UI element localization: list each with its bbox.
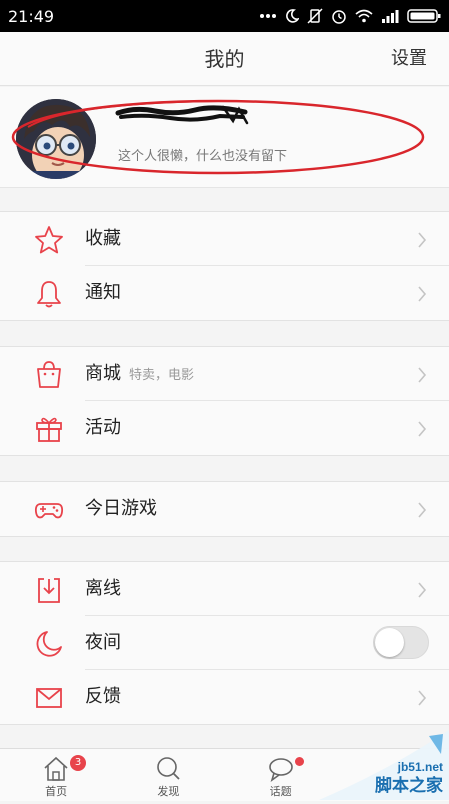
menu-item-label: 离线: [85, 578, 121, 599]
menu-group-3: 今日游戏: [0, 481, 449, 537]
moon-icon: [34, 629, 64, 659]
menu-item-label: 收藏: [85, 228, 121, 249]
gift-icon: [34, 414, 64, 444]
chevron-right-icon: [418, 690, 427, 706]
page-title: 我的: [204, 47, 245, 71]
chevron-right-icon: [418, 502, 427, 518]
download-icon: [34, 575, 64, 605]
tab-topics[interactable]: 话题: [225, 749, 337, 801]
search-icon: [157, 757, 181, 780]
status-time: 21:49: [8, 6, 55, 26]
tab-label: 首页: [45, 785, 68, 798]
menu-item-subtitle: 特卖，电影: [129, 368, 195, 383]
chat-bubble-icon: [268, 758, 293, 782]
night-mode-toggle[interactable]: [373, 626, 429, 659]
menu-item-label: 反馈: [85, 686, 121, 707]
avatar[interactable]: [16, 99, 96, 179]
menu-item-feedback[interactable]: 反馈: [0, 670, 449, 724]
menu-item-label: 商城 特卖，电影: [85, 347, 194, 403]
tab-home[interactable]: 3 首页: [0, 749, 112, 801]
profile-card[interactable]: 这个人很懒，什么也没有留下: [0, 87, 449, 188]
home-icon: [44, 756, 68, 781]
menu-item-games[interactable]: 今日游戏: [0, 482, 449, 536]
shopping-bag-icon: [34, 360, 64, 390]
menu-group-4: 离线 夜间 反馈: [0, 561, 449, 725]
wifi-icon: [355, 9, 373, 23]
menu-item-notifications[interactable]: 通知: [0, 266, 449, 320]
menu-item-events[interactable]: 活动: [0, 401, 449, 455]
chevron-right-icon: [418, 232, 427, 248]
chevron-right-icon: [418, 367, 427, 383]
chevron-right-icon: [418, 286, 427, 302]
settings-button[interactable]: 设置: [391, 32, 427, 86]
menu-group-1: 收藏 通知: [0, 211, 449, 321]
tab-label: 话题: [269, 785, 292, 798]
status-bar: 21:49: [0, 0, 449, 32]
signal-icon: [381, 9, 399, 23]
battery-icon: [407, 8, 441, 24]
vibrate-off-icon: [307, 8, 323, 24]
tab-discover[interactable]: 发现: [112, 749, 224, 801]
redacted-username-scribble: [115, 105, 249, 125]
profile-bio: 这个人很懒，什么也没有留下: [118, 149, 288, 164]
toggle-knob: [375, 628, 404, 657]
tab-label: 发现: [157, 785, 180, 798]
menu-item-night-mode[interactable]: 夜间: [0, 616, 449, 670]
notification-badge: 3: [70, 755, 86, 771]
top-header: 我的 设置: [0, 32, 449, 86]
chevron-right-icon: [418, 421, 427, 437]
bottom-tab-bar: 3 首页 发现 话题: [0, 748, 449, 801]
menu-item-label: 通知: [85, 282, 121, 303]
bell-icon: [34, 279, 64, 309]
menu-item-title: 商城: [85, 363, 121, 384]
mail-icon: [34, 683, 64, 713]
menu-item-store[interactable]: 商城 特卖，电影: [0, 347, 449, 401]
alarm-icon: [331, 8, 347, 24]
menu-item-label: 今日游戏: [85, 498, 157, 519]
menu-item-offline[interactable]: 离线: [0, 562, 449, 616]
chevron-right-icon: [418, 582, 427, 598]
menu-item-label: 活动: [85, 417, 121, 438]
star-icon: [34, 225, 64, 255]
status-icons: [259, 8, 441, 24]
moon-status-icon: [285, 9, 299, 23]
notification-dot: [294, 757, 304, 766]
menu-item-label: 夜间: [85, 632, 121, 653]
menu-group-2: 商城 特卖，电影 活动: [0, 346, 449, 456]
gamepad-icon: [34, 495, 64, 525]
dots-icon: [259, 13, 277, 19]
tab-mine[interactable]: [337, 749, 449, 801]
menu-item-favorites[interactable]: 收藏: [0, 212, 449, 266]
